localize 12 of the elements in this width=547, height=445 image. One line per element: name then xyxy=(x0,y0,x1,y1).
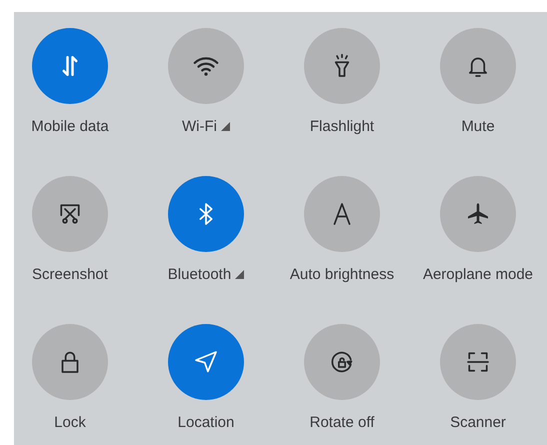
toggle-label: Location xyxy=(178,414,234,431)
toggle-label: Auto brightness xyxy=(290,266,394,283)
toggle-label: Mute xyxy=(461,118,495,135)
toggle-label: Screenshot xyxy=(32,266,108,283)
toggle-label: Scanner xyxy=(450,414,506,431)
toggle-label: Bluetooth xyxy=(168,266,232,283)
toggle-label: Aeroplane mode xyxy=(422,266,534,283)
toggle-label: Lock xyxy=(54,414,86,431)
toggle-label: Rotate off xyxy=(310,414,374,431)
toggle-label: Mobile data xyxy=(31,118,109,135)
toggle-label: Wi-Fi xyxy=(182,118,217,135)
toggle-label: Flashlight xyxy=(310,118,374,135)
